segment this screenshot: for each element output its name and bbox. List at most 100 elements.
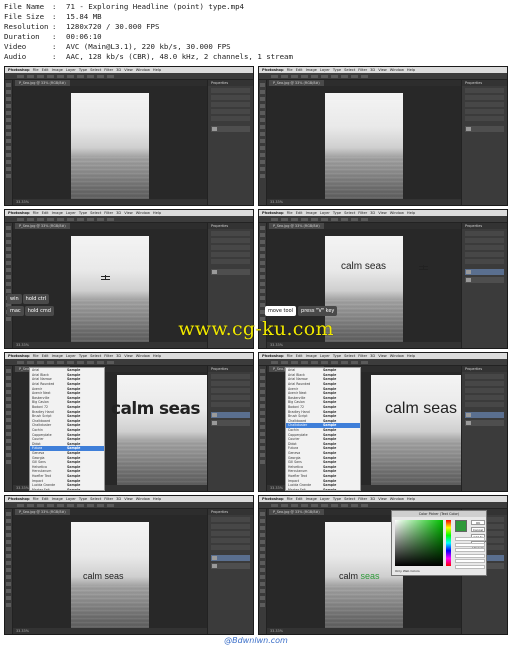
layer-row[interactable] (211, 126, 250, 132)
panel-row[interactable] (211, 238, 250, 243)
font-menu-item[interactable]: Didot Sample (286, 442, 360, 447)
option-control[interactable] (321, 217, 328, 221)
panel-row[interactable] (211, 95, 250, 100)
panel-row[interactable] (465, 88, 504, 93)
tool-icon[interactable] (6, 533, 11, 537)
tool-icon[interactable] (260, 582, 265, 586)
panel-row[interactable] (211, 116, 250, 121)
option-control[interactable] (281, 360, 288, 364)
tool-icon[interactable] (6, 240, 11, 244)
option-control[interactable] (27, 74, 34, 78)
font-menu-item[interactable]: Lucida Grande Sample (286, 483, 360, 488)
tool-icon[interactable] (260, 411, 265, 415)
tool-icon[interactable] (6, 247, 11, 251)
panel-row[interactable] (211, 538, 250, 543)
option-control[interactable] (57, 360, 64, 364)
font-menu-item[interactable]: Marker Felt Sample (30, 487, 104, 490)
panel-row[interactable] (465, 109, 504, 114)
option-control[interactable] (331, 360, 338, 364)
tool-icon[interactable] (260, 526, 265, 530)
font-menu-item[interactable]: Arial Black Sample (30, 373, 104, 378)
font-menu-item[interactable]: Cochin Sample (30, 428, 104, 433)
panel-row[interactable] (465, 102, 504, 107)
font-family-menu[interactable]: Arial Sample Arial Black Sample Arial Narrow… (29, 367, 105, 491)
option-control[interactable] (271, 360, 278, 364)
font-menu-item[interactable]: Bradley Hand Sample (30, 409, 104, 414)
tool-icon[interactable] (260, 139, 265, 143)
tool-icon[interactable] (260, 460, 265, 464)
option-control[interactable] (107, 503, 114, 507)
color-value-input[interactable] (455, 564, 485, 569)
option-control[interactable] (77, 503, 84, 507)
tool-icon[interactable] (6, 268, 11, 272)
font-menu-item[interactable]: Geneva Sample (286, 451, 360, 456)
tool-icon[interactable] (260, 512, 265, 516)
tool-icon[interactable] (6, 603, 11, 607)
panel-row[interactable] (465, 252, 504, 257)
tool-icon[interactable] (260, 404, 265, 408)
font-menu-item[interactable]: Arial Narrow Sample (286, 377, 360, 382)
document-tab[interactable]: P_Sea.jpg @ 33% (RGB/8#) (269, 223, 324, 229)
option-control[interactable] (361, 503, 368, 507)
tool-icon[interactable] (6, 596, 11, 600)
layer-row[interactable] (465, 420, 504, 426)
option-control[interactable] (281, 217, 288, 221)
panel-row[interactable] (211, 231, 250, 236)
option-control[interactable] (77, 74, 84, 78)
headline-text[interactable]: calm seas (83, 572, 124, 581)
color-field[interactable] (395, 520, 443, 566)
tool-icon[interactable] (6, 526, 11, 530)
tool-icon[interactable] (6, 460, 11, 464)
tool-icon[interactable] (260, 390, 265, 394)
tool-icon[interactable] (6, 540, 11, 544)
tool-icon[interactable] (260, 589, 265, 593)
option-control[interactable] (37, 503, 44, 507)
font-menu-item[interactable]: Hoefler Text Sample (286, 474, 360, 479)
font-menu-item[interactable]: Helvetica Sample (286, 464, 360, 469)
font-menu-item[interactable]: Bodoni 72 Sample (30, 405, 104, 410)
panel-row[interactable] (211, 252, 250, 257)
option-control[interactable] (341, 74, 348, 78)
tool-icon[interactable] (260, 233, 265, 237)
option-control[interactable] (361, 217, 368, 221)
hue-slider[interactable] (446, 520, 451, 566)
option-control[interactable] (17, 503, 24, 507)
option-control[interactable] (291, 360, 298, 364)
option-control[interactable] (87, 360, 94, 364)
tool-icon[interactable] (260, 540, 265, 544)
color-value-input[interactable] (455, 542, 485, 547)
tool-icon[interactable] (260, 453, 265, 457)
tool-icon[interactable] (6, 153, 11, 157)
layer-row[interactable] (211, 269, 250, 275)
option-control[interactable] (281, 74, 288, 78)
panel-row[interactable] (465, 95, 504, 100)
option-control[interactable] (97, 217, 104, 221)
option-control[interactable] (361, 74, 368, 78)
option-control[interactable] (67, 503, 74, 507)
tool-icon[interactable] (260, 226, 265, 230)
option-control[interactable] (107, 360, 114, 364)
headline-text[interactable]: calm seas (111, 401, 200, 418)
option-control[interactable] (77, 217, 84, 221)
tool-icon[interactable] (6, 111, 11, 115)
tool-icon[interactable] (260, 561, 265, 565)
tool-icon[interactable] (260, 289, 265, 293)
font-menu-item[interactable]: Arial Rounded Sample (30, 382, 104, 387)
tool-icon[interactable] (260, 153, 265, 157)
tool-icon[interactable] (6, 317, 11, 321)
tool-icon[interactable] (6, 226, 11, 230)
font-menu-item[interactable]: Arial Narrow Sample (30, 377, 104, 382)
tool-icon[interactable] (6, 582, 11, 586)
option-control[interactable] (87, 217, 94, 221)
font-menu-item[interactable]: Gill Sans Sample (286, 460, 360, 465)
tool-icon[interactable] (6, 568, 11, 572)
tool-icon[interactable] (260, 111, 265, 115)
tool-icon[interactable] (6, 404, 11, 408)
option-control[interactable] (27, 503, 34, 507)
tool-icon[interactable] (260, 167, 265, 171)
option-control[interactable] (67, 217, 74, 221)
tool-icon[interactable] (6, 104, 11, 108)
font-menu-item[interactable]: Bradley Hand Sample (286, 409, 360, 414)
headline-text[interactable]: calm seas (385, 401, 457, 417)
tool-icon[interactable] (6, 369, 11, 373)
